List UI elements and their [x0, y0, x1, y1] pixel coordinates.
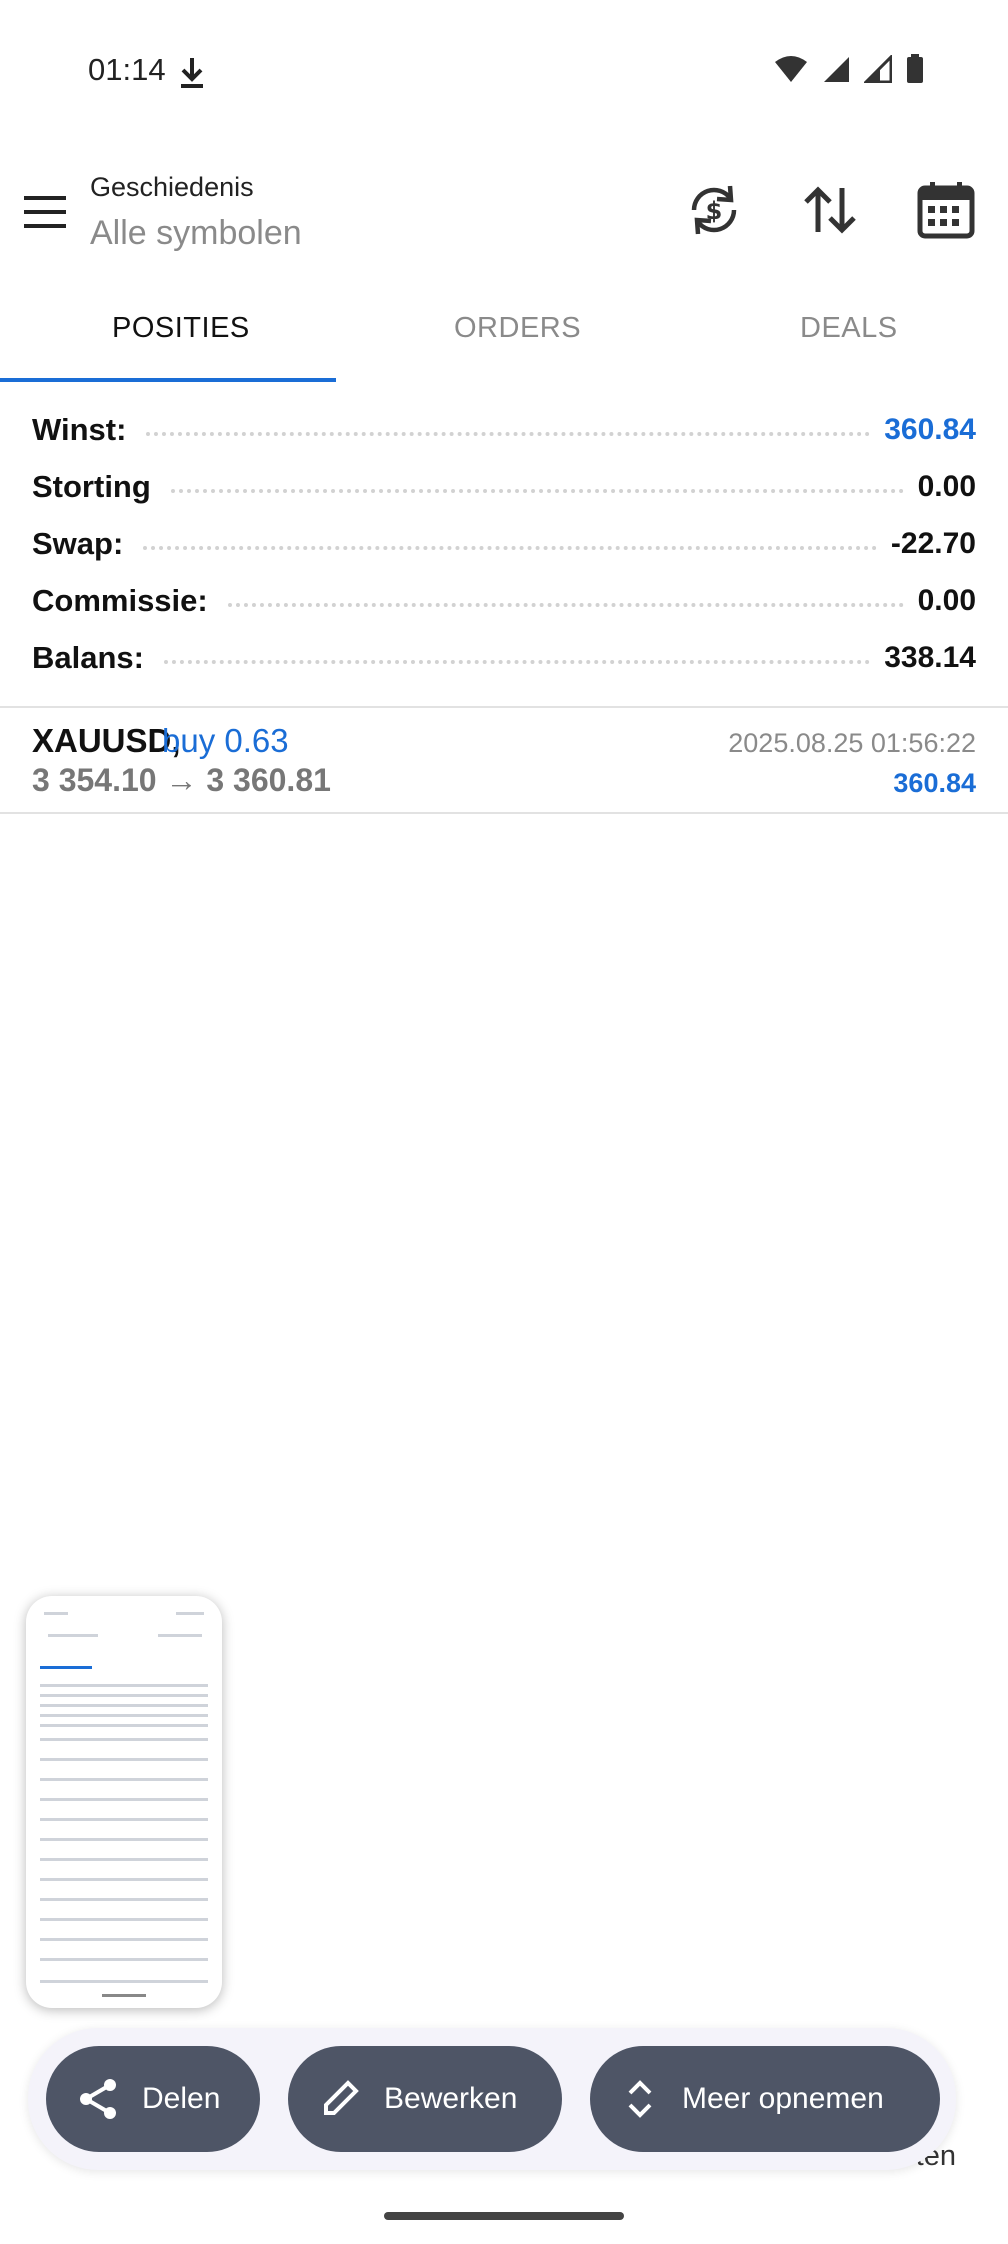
- home-indicator[interactable]: [384, 2212, 624, 2220]
- signal-icon-2: [864, 55, 892, 83]
- share-icon: [80, 2079, 116, 2119]
- capture-more-label: Meer opnemen: [682, 2082, 884, 2115]
- wifi-icon: [775, 56, 807, 82]
- symbol-filter[interactable]: Alle symbolen: [90, 214, 302, 253]
- edit-label: Bewerken: [384, 2082, 518, 2115]
- calendar-icon[interactable]: [916, 180, 976, 240]
- position-profit: 360.84: [893, 768, 976, 798]
- status-time: 01:14: [88, 52, 166, 87]
- summary-row-swap: Swap: -22.70: [32, 526, 976, 561]
- tab-posities[interactable]: POSITIES: [112, 312, 250, 345]
- edit-button[interactable]: Bewerken: [288, 2046, 562, 2152]
- share-label: Delen: [142, 2082, 221, 2115]
- status-icons: [774, 54, 924, 84]
- page-title: Geschiedenis: [90, 172, 254, 202]
- battery-icon: [907, 54, 923, 83]
- capture-more-button[interactable]: Meer opnemen: [590, 2046, 940, 2152]
- download-icon: [178, 56, 206, 95]
- currency-sync-icon[interactable]: $: [684, 180, 744, 240]
- menu-icon[interactable]: [24, 192, 66, 232]
- expand-icon: [628, 2080, 652, 2118]
- svg-text:$: $: [706, 197, 723, 225]
- divider: [0, 812, 1008, 814]
- pencil-icon: [324, 2080, 359, 2115]
- position-symbol: XAUUSD,: [32, 722, 181, 759]
- screenshot-thumbnail[interactable]: [26, 1596, 222, 2008]
- tab-deals[interactable]: DEALS: [800, 312, 898, 345]
- position-time: 2025.08.25 01:56:22: [728, 728, 976, 758]
- summary-row-profit: Winst: 360.84: [32, 412, 976, 447]
- signal-icon: [824, 57, 849, 82]
- share-button[interactable]: Delen: [46, 2046, 260, 2152]
- sort-icon[interactable]: [800, 180, 860, 240]
- summary-row-commission: Commissie: 0.00: [32, 583, 976, 618]
- tab-indicator: [0, 378, 336, 382]
- summary-row-deposit: Storting 0.00: [32, 469, 976, 504]
- position-prices: 3 354.10 → 3 360.81: [32, 762, 331, 798]
- position-type: buy 0.63: [162, 722, 289, 759]
- tab-orders[interactable]: ORDERS: [454, 312, 581, 345]
- summary-row-balance: Balans: 338.14: [32, 640, 976, 675]
